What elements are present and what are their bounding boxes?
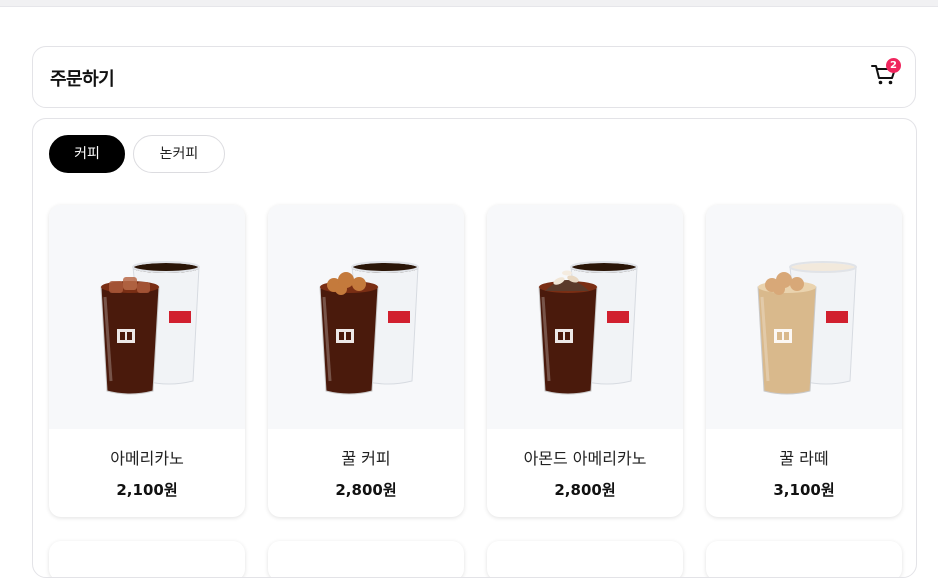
product-card-next-row[interactable]	[49, 541, 245, 577]
product-card-3[interactable]: 아몬드 아메리카노 2,800원	[487, 205, 683, 517]
tab-coffee[interactable]: 커피	[49, 135, 125, 173]
product-card-1[interactable]: 아메리카노 2,100원	[49, 205, 245, 517]
drink-illustration	[319, 261, 419, 395]
browser-top-edge	[0, 0, 938, 7]
product-name: 꿀 라떼	[779, 449, 829, 468]
product-price: 2,100원	[116, 481, 178, 499]
cart-count-badge: 2	[886, 58, 901, 73]
order-header: 주문하기 2	[32, 46, 916, 108]
page-title: 주문하기	[50, 69, 115, 90]
tab-non-coffee[interactable]: 논커피	[133, 135, 225, 173]
product-name: 꿀 커피	[341, 449, 391, 468]
product-image	[706, 205, 902, 429]
product-card-next-row[interactable]	[487, 541, 683, 577]
cart-button[interactable]: 2	[871, 58, 903, 90]
product-name: 아몬드 아메리카노	[523, 449, 647, 468]
product-image	[487, 205, 683, 429]
product-price: 2,800원	[335, 481, 397, 499]
drink-illustration	[100, 261, 200, 395]
category-tabs: 커피 논커피	[49, 135, 225, 173]
product-price: 3,100원	[773, 481, 835, 499]
product-image	[268, 205, 464, 429]
product-image	[49, 205, 245, 429]
product-price: 2,800원	[554, 481, 616, 499]
drink-illustration	[757, 261, 857, 395]
menu-panel: 커피 논커피 아메리카노 2,100원 꿀 커피 2,800원 아몬드 아메리카…	[32, 118, 917, 578]
drink-illustration	[538, 261, 638, 395]
product-card-2[interactable]: 꿀 커피 2,800원	[268, 205, 464, 517]
product-card-4[interactable]: 꿀 라떼 3,100원	[706, 205, 902, 517]
product-card-next-row[interactable]	[268, 541, 464, 577]
product-card-next-row[interactable]	[706, 541, 902, 577]
product-name: 아메리카노	[110, 449, 184, 468]
